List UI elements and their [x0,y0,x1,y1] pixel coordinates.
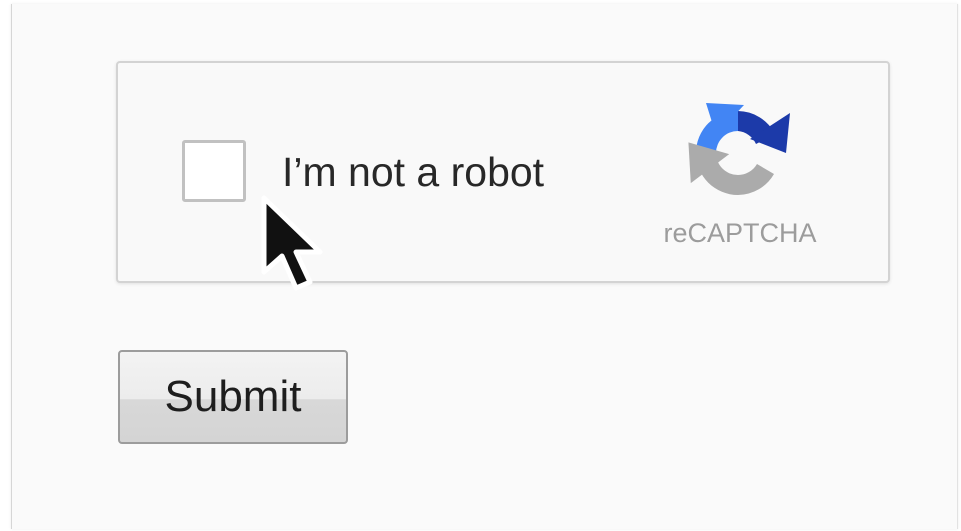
recaptcha-checkbox-label[interactable]: I’m not a robot [282,147,544,197]
recaptcha-brand-text[interactable]: reCAPTCHA [640,216,840,250]
recaptcha-widget: I’m not a robot reCAPTCHA [116,61,890,283]
submit-button[interactable]: Submit [118,350,348,444]
recaptcha-checkbox[interactable] [182,140,246,202]
page-frame: I’m not a robot reCAPTCHA Submit [11,4,958,529]
recaptcha-logo-icon[interactable] [686,101,790,205]
